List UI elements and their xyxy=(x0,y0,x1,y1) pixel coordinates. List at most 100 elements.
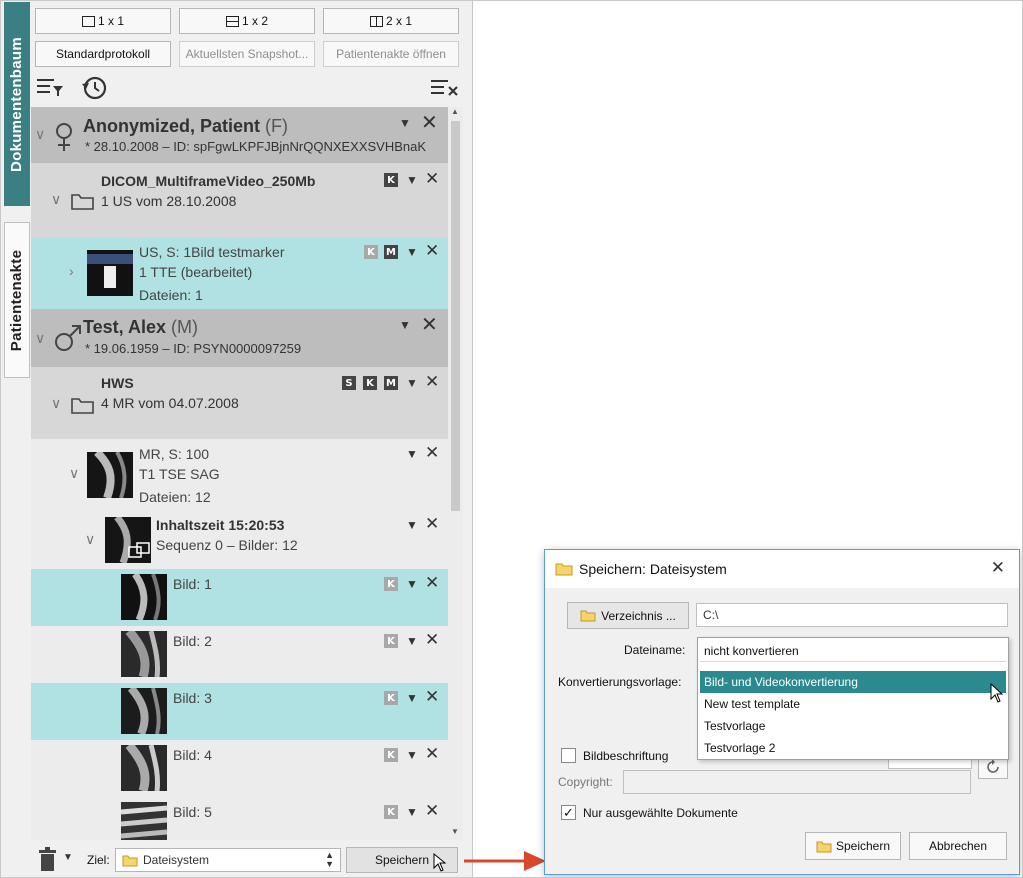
directory-field[interactable]: C:\ xyxy=(696,603,1008,627)
dropdown-arrow-icon[interactable]: ▼ xyxy=(406,245,418,259)
chevron-right-icon[interactable]: › xyxy=(69,263,74,279)
dropdown-option[interactable]: Testvorlage xyxy=(700,715,1006,737)
dropdown-option[interactable]: Bild- und Videokonvertierung xyxy=(700,671,1006,693)
patient-sex: (M) xyxy=(171,317,199,337)
series-line1: US, S: 1Bild testmarker xyxy=(139,244,285,260)
series-row[interactable]: › US, S: 1Bild testmarker 1 TTE (bearbei… xyxy=(31,237,448,309)
study-row[interactable]: ∨ DICOM_MultiframeVideo_250Mb 1 US vom 2… xyxy=(31,163,448,237)
dialog-save-button[interactable]: Speichern xyxy=(805,832,901,860)
caption-checkbox[interactable] xyxy=(561,748,576,763)
image-row-5[interactable]: Bild: 5 K ▼ ✕ xyxy=(31,797,448,840)
trash-menu-arrow-icon[interactable]: ▼ xyxy=(63,852,73,863)
series-badge: S xyxy=(342,376,356,390)
scroll-up-icon[interactable]: ▲ xyxy=(451,107,459,116)
sequence-row[interactable]: ∨ Inhaltszeit 15:20:53 Sequenz 0 – Bilde… xyxy=(31,509,448,569)
filter-list-icon[interactable] xyxy=(36,76,66,98)
dropdown-arrow-icon[interactable]: ▼ xyxy=(406,173,418,187)
scrollbar-thumb[interactable] xyxy=(451,121,460,511)
chevron-down-icon[interactable]: ∨ xyxy=(69,465,79,482)
clear-list-icon[interactable] xyxy=(430,78,460,98)
conversion-dropdown[interactable]: nicht konvertieren Bild- und Videokonver… xyxy=(697,637,1009,760)
close-icon[interactable]: ✕ xyxy=(421,315,438,335)
chevron-down-icon[interactable]: ∨ xyxy=(35,126,45,143)
image-label: Bild: 3 xyxy=(173,690,212,706)
series-thumbnail xyxy=(87,250,133,296)
study-row[interactable]: ∨ HWS 4 MR vom 04.07.2008 S K M ▼ ✕ xyxy=(31,367,448,439)
close-icon[interactable]: ✕ xyxy=(425,687,439,707)
checkmark-icon: ✓ xyxy=(563,805,574,820)
chevron-down-icon[interactable]: ∨ xyxy=(85,531,95,548)
vertical-split-icon xyxy=(369,15,383,27)
image-row-2[interactable]: Bild: 2 K ▼ ✕ xyxy=(31,626,448,683)
conversion-label: Konvertierungsvorlage: xyxy=(558,675,682,689)
close-icon[interactable]: ✕ xyxy=(425,514,439,534)
dropdown-option[interactable]: Testvorlage 2 xyxy=(700,737,1006,759)
female-icon xyxy=(56,123,72,151)
image-row-4[interactable]: Bild: 4 K ▼ ✕ xyxy=(31,740,448,797)
series-line2: 1 TTE (bearbeitet) xyxy=(139,264,253,280)
close-icon[interactable]: ✕ xyxy=(425,630,439,650)
sequence-subtitle: Sequenz 0 – Bilder: 12 xyxy=(156,537,298,553)
trash-icon[interactable] xyxy=(38,847,58,873)
dropdown-arrow-icon[interactable]: ▼ xyxy=(406,805,418,819)
cancel-button[interactable]: Abbrechen xyxy=(909,832,1007,860)
dropdown-arrow-icon[interactable]: ▼ xyxy=(399,116,411,130)
chevron-down-icon[interactable]: ∨ xyxy=(51,395,61,412)
image-thumbnail xyxy=(121,688,167,734)
document-tree[interactable]: ∨ Anonymized, Patient (F) * 28.10.2008 –… xyxy=(31,107,463,840)
close-icon[interactable]: ✕ xyxy=(425,372,439,392)
tab-documents[interactable]: Dokumentenbaum xyxy=(4,2,30,206)
history-icon[interactable] xyxy=(80,74,110,102)
layout-1x2-button[interactable]: 1 x 2 xyxy=(179,8,315,34)
tab-patient-record[interactable]: Patientenakte xyxy=(4,222,30,378)
close-icon[interactable]: ✕ xyxy=(991,558,1005,578)
layout-2x1-button[interactable]: 2 x 1 xyxy=(323,8,459,34)
dropdown-arrow-icon[interactable]: ▼ xyxy=(399,318,411,332)
copyright-field[interactable] xyxy=(623,770,971,794)
directory-button[interactable]: Verzeichnis ... xyxy=(567,602,689,629)
scroll-down-icon[interactable]: ▼ xyxy=(451,827,459,836)
dropdown-arrow-icon[interactable]: ▼ xyxy=(406,634,418,648)
key-badge: K xyxy=(384,634,398,648)
copyright-label: Copyright: xyxy=(558,775,613,789)
dropdown-arrow-icon[interactable]: ▼ xyxy=(406,691,418,705)
close-icon[interactable]: ✕ xyxy=(425,744,439,764)
chevron-down-icon[interactable]: ∨ xyxy=(51,191,61,208)
key-badge: K xyxy=(384,805,398,819)
key-badge: K xyxy=(384,173,398,187)
open-patient-record-label: Patientenakte öffnen xyxy=(336,47,446,61)
standard-protocol-button[interactable]: Standardprotokoll xyxy=(35,41,171,67)
target-select[interactable]: Dateisystem ▲ ▼ xyxy=(115,848,341,872)
close-icon[interactable]: ✕ xyxy=(425,443,439,463)
mri-image-icon xyxy=(121,574,167,620)
patient-row[interactable]: ∨ Test, Alex (M) * 19.06.1959 – ID: PSYN… xyxy=(31,309,448,367)
close-icon[interactable]: ✕ xyxy=(425,169,439,189)
close-icon[interactable]: ✕ xyxy=(425,241,439,261)
close-icon[interactable]: ✕ xyxy=(425,573,439,593)
dropdown-arrow-icon[interactable]: ▼ xyxy=(406,376,418,390)
image-row-1[interactable]: Bild: 1 K ▼ ✕ xyxy=(31,569,448,626)
marker-badge: M xyxy=(384,376,398,390)
reset-icon xyxy=(987,759,999,773)
dropdown-arrow-icon[interactable]: ▼ xyxy=(406,577,418,591)
open-patient-record-button[interactable]: Patientenakte öffnen xyxy=(323,41,459,67)
chevron-down-icon[interactable]: ∨ xyxy=(35,330,45,347)
latest-snapshot-button[interactable]: Aktuellsten Snapshot... xyxy=(179,41,315,67)
dropdown-arrow-icon[interactable]: ▼ xyxy=(406,447,418,461)
tree-scrollbar[interactable]: ▲ ▼ xyxy=(448,107,463,840)
arrow-right-icon xyxy=(464,851,546,871)
image-row-3[interactable]: Bild: 3 K ▼ ✕ xyxy=(31,683,448,740)
dropdown-current-value[interactable]: nicht konvertieren xyxy=(700,640,1006,662)
close-icon[interactable]: ✕ xyxy=(421,113,438,133)
layout-1x1-button[interactable]: 1 x 1 xyxy=(35,8,171,34)
dropdown-current-label: nicht konvertieren xyxy=(704,643,799,658)
only-selected-checkbox[interactable]: ✓ xyxy=(561,805,576,820)
filename-label: Dateiname: xyxy=(624,643,686,657)
dropdown-arrow-icon[interactable]: ▼ xyxy=(406,518,418,532)
dropdown-arrow-icon[interactable]: ▼ xyxy=(406,748,418,762)
series-row[interactable]: ∨ MR, S: 100 T1 TSE SAG Dateien: 12 ▼ ✕ xyxy=(31,439,448,509)
close-icon[interactable]: ✕ xyxy=(425,801,439,821)
dropdown-option[interactable]: New test template xyxy=(700,693,1006,715)
sequence-title: Inhaltszeit 15:20:53 xyxy=(156,517,285,533)
patient-row[interactable]: ∨ Anonymized, Patient (F) * 28.10.2008 –… xyxy=(31,107,448,163)
